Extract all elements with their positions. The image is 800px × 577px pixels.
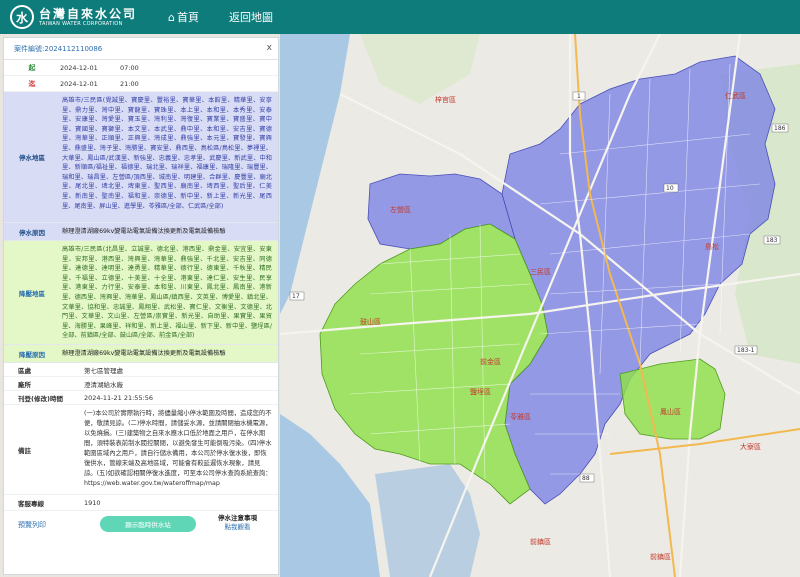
home-link[interactable]: ⌂ 首頁	[168, 9, 199, 25]
region-label: 區處	[18, 366, 31, 375]
region-row: 區處 第七區管理處	[4, 363, 278, 377]
office-row: 廠所 澄清湖給水廠	[4, 377, 278, 391]
outage-area-text: 高雄市/三民區(覺誠里、寶慶里、豐裕里、寶華里、本館里、精華里、安寧里、鼎力里、…	[62, 97, 272, 210]
panel-footer: 預覽列印 顯示臨時供水站 停水注意事項 點我觀看	[4, 511, 278, 541]
low-pressure-reason-text: 辦理澄清湖廠69kv變電站電氣設備汰換更新及電氣設備檢驗	[62, 350, 226, 357]
outage-area-section: 停水地區 高雄市/三民區(覺誠里、寶慶里、豐裕里、寶華里、本館里、精華里、安寧里…	[4, 92, 278, 223]
district-label: 仁武區	[725, 91, 746, 100]
region-value: 第七區管理處	[84, 366, 123, 375]
outage-notice-link[interactable]: 點我觀看	[218, 523, 257, 532]
start-label: 起	[28, 63, 36, 72]
low-pressure-area-text: 高雄市/三民區(北昌里、立誠里、德北里、港西里、鼎金里、安宜里、安東里、安邦里、…	[62, 246, 272, 340]
outage-reason-text: 辦理澄清湖廠69kv變電站電氣設備汰換更新及電氣設備檢驗	[62, 228, 226, 235]
home-icon: ⌂	[168, 10, 175, 24]
publish-time-value: 2024-11-21 21:55:56	[84, 393, 154, 402]
end-time-row: 迄 2024-12-01 21:00	[4, 76, 278, 92]
low-pressure-area-label: 降壓地區	[19, 289, 45, 298]
map-canvas[interactable]: 梓官區 仁武區 左營區 鳥松 三民區 鼓山區 前金區 鹽埕區 苓雅區 鳳山區 大…	[280, 34, 800, 577]
outage-notice-title: 停水注意事項	[218, 514, 257, 522]
district-label: 大寮區	[740, 442, 761, 451]
outage-area-label: 停水地區	[19, 154, 45, 162]
back-to-map-link[interactable]: 返回地圖	[229, 9, 273, 25]
district-label: 前鎮區	[530, 537, 551, 546]
svg-text:186: 186	[774, 125, 786, 132]
start-time: 07:00	[120, 63, 139, 72]
office-label: 廠所	[18, 380, 31, 389]
company-logo[interactable]: 水 台灣自來水公司 TAIWAN WATER CORPORATION	[10, 5, 150, 29]
case-number-label: 案件編號:	[14, 44, 45, 53]
end-time: 21:00	[120, 79, 139, 88]
district-label: 鳳山區	[660, 407, 681, 416]
svg-text:88: 88	[582, 475, 590, 482]
outage-reason-label: 停水原因	[19, 228, 45, 237]
office-value: 澄清湖給水廠	[84, 380, 123, 389]
show-temporary-water-station-button[interactable]: 顯示臨時供水站	[100, 516, 196, 532]
end-date: 2024-12-01	[60, 79, 98, 88]
district-label: 鹽埕區	[470, 387, 491, 396]
water-drop-logo-icon: 水	[10, 5, 34, 29]
district-label: 苓雅區	[510, 412, 531, 421]
low-pressure-area-section: 降壓地區 高雄市/三民區(北昌里、立誠里、德北里、港西里、鼎金里、安宜里、安東里…	[4, 241, 278, 345]
service-phone-label: 客服專線	[18, 499, 44, 508]
low-pressure-region-east[interactable]	[619, 358, 726, 440]
district-label: 梓官區	[435, 95, 456, 104]
district-label: 前金區	[480, 357, 501, 366]
outage-map[interactable]: 梓官區 仁武區 左營區 鳥松 三民區 鼓山區 前金區 鹽埕區 苓雅區 鳳山區 大…	[280, 34, 800, 577]
close-icon[interactable]: x	[267, 43, 272, 53]
svg-text:183: 183	[766, 237, 778, 244]
case-number-value: 2024112110086	[44, 44, 103, 53]
svg-text:183-1: 183-1	[737, 347, 755, 354]
district-label: 鳥松	[705, 242, 719, 251]
district-label: 鼓山區	[360, 317, 381, 326]
publish-time-row: 刊登(修改)時間 2024-11-21 21:55:56	[4, 391, 278, 405]
svg-text:10: 10	[666, 185, 674, 192]
service-phone-value: 1910	[84, 498, 101, 507]
service-phone-row: 客服專線 1910	[4, 495, 278, 511]
end-label: 迄	[28, 79, 36, 88]
outage-notice: 停水注意事項 點我觀看	[218, 514, 257, 532]
logo-english-name: TAIWAN WATER CORPORATION	[39, 20, 123, 27]
district-label: 左營區	[390, 205, 411, 214]
logo-chinese-name: 台灣自來水公司	[39, 6, 138, 21]
district-label: 前鎮區	[650, 552, 671, 561]
district-label: 三民區	[530, 268, 551, 276]
print-preview-link[interactable]: 預覽列印	[18, 520, 46, 530]
publish-time-label: 刊登(修改)時間	[18, 394, 63, 403]
low-pressure-reason-section: 降壓原因 辦理澄清湖廠69kv變電站電氣設備汰換更新及電氣設備檢驗	[4, 345, 278, 363]
svg-text:17: 17	[292, 293, 300, 300]
logo-text: 台灣自來水公司 TAIWAN WATER CORPORATION	[39, 8, 137, 27]
case-number-header: 案件編號: 2024112110086 x	[4, 38, 278, 60]
note-label: 備註	[18, 446, 31, 455]
low-pressure-reason-label: 降壓原因	[19, 350, 45, 359]
note-row: 備註 (一)本公司於實際執行時，將儘量縮小停水範圍及時間，造成您的不便，敬請見諒…	[4, 405, 278, 495]
svg-text:1: 1	[577, 93, 581, 100]
note-text: (一)本公司於實際執行時，將儘量縮小停水範圍及時間，造成您的不便，敬請見諒。(二…	[84, 410, 272, 487]
start-date: 2024-12-01	[60, 63, 98, 72]
top-navigation-bar: 水 台灣自來水公司 TAIWAN WATER CORPORATION ⌂ 首頁 …	[0, 0, 800, 34]
home-link-label: 首頁	[176, 11, 199, 24]
outage-detail-panel: 案件編號: 2024112110086 x 起 2024-12-01 07:00…	[3, 37, 279, 575]
start-time-row: 起 2024-12-01 07:00	[4, 60, 278, 76]
outage-reason-section: 停水原因 辦理澄清湖廠69kv變電站電氣設備汰換更新及電氣設備檢驗	[4, 223, 278, 241]
